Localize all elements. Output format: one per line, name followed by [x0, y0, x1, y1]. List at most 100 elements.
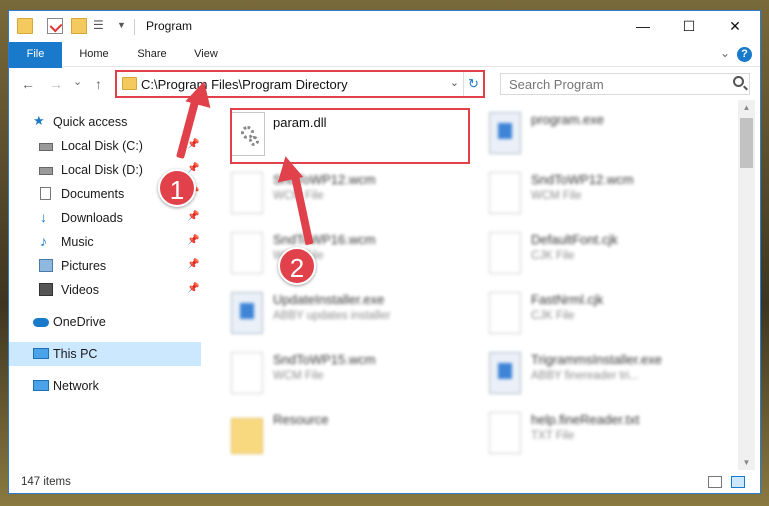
address-path[interactable]: C:\Program Files\Program Directory: [141, 77, 348, 92]
minimize-button[interactable]: —: [620, 11, 666, 42]
file-name: SndToWP12.wcm: [531, 172, 634, 187]
up-button[interactable]: ↑: [95, 76, 102, 92]
address-dropdown-icon[interactable]: ⌄: [450, 76, 459, 89]
quick-access-menu-icon[interactable]: ☰: [93, 18, 109, 34]
file-item[interactable]: SndToWP12.wcm WCM File: [481, 168, 731, 226]
folder-icon: [122, 77, 137, 90]
file-item[interactable]: TrigrammsInstaller.exe ABBY finereader t…: [481, 348, 731, 406]
recent-locations-button[interactable]: ⌄: [73, 75, 82, 88]
exe-file-icon: [489, 112, 521, 154]
tab-home[interactable]: Home: [69, 42, 119, 67]
drive-icon: [39, 143, 53, 151]
scroll-up-icon[interactable]: ▲: [738, 103, 755, 112]
sidebar-item-label: Documents: [61, 187, 125, 201]
file-item[interactable]: SndToWP16.wcm WCM File: [223, 228, 473, 286]
sidebar-item-quick-access[interactable]: ★ Quick access: [9, 110, 201, 134]
sidebar-item-label: Pictures: [61, 259, 107, 273]
file-type: WCM File: [273, 370, 324, 382]
sidebar-item-label: Local Disk (D:): [61, 163, 143, 177]
sidebar-item-downloads[interactable]: ↓ Downloads 📌: [9, 206, 201, 230]
navigation-pane: ★ Quick access Local Disk (C:) 📌 Local D…: [9, 108, 201, 468]
search-input[interactable]: [500, 73, 750, 95]
file-icon: [489, 172, 521, 214]
tab-share[interactable]: Share: [127, 42, 177, 67]
scroll-down-icon[interactable]: ▼: [738, 458, 755, 467]
music-icon: ♪: [40, 233, 47, 249]
file-type: TXT File: [531, 430, 575, 442]
help-icon[interactable]: ?: [737, 47, 752, 62]
sidebar-item-network[interactable]: Network: [9, 374, 201, 398]
sidebar-item-onedrive[interactable]: OneDrive: [9, 310, 201, 334]
sidebar-item-videos[interactable]: Videos 📌: [9, 278, 201, 302]
properties-icon[interactable]: [47, 18, 63, 34]
step-badge-2: 2: [278, 247, 316, 285]
file-name: SndToWP15.wcm: [273, 352, 376, 367]
file-name: SndToWP16.wcm: [273, 232, 376, 247]
file-type: CJK File: [531, 310, 575, 322]
file-icon: [489, 292, 521, 334]
file-icon: [231, 172, 263, 214]
drive-icon: [39, 167, 53, 175]
file-item[interactable]: DefaultFont.cjk CJK File: [481, 228, 731, 286]
title-bar: ☰ ▼ Program — ☐ ✕: [9, 11, 760, 42]
scroll-thumb[interactable]: [740, 118, 753, 168]
file-item[interactable]: UpdateInstaller.exe ABBY updates install…: [223, 288, 473, 346]
search-icon[interactable]: [733, 76, 744, 87]
sidebar-item-this-pc[interactable]: This PC: [9, 342, 201, 366]
file-icon: [231, 232, 263, 274]
sidebar-item-local-disk-c[interactable]: Local Disk (C:) 📌: [9, 134, 201, 158]
close-button[interactable]: ✕: [712, 11, 758, 42]
pictures-icon: [39, 259, 53, 272]
refresh-icon[interactable]: ↻: [463, 72, 483, 96]
file-item[interactable]: SndToWP15.wcm WCM File: [223, 348, 473, 406]
sidebar-item-label: This PC: [53, 347, 98, 361]
pin-icon: 📌: [187, 211, 200, 222]
sidebar-item-label: Network: [53, 379, 99, 393]
sidebar-item-label: Music: [61, 235, 94, 249]
pin-icon: 📌: [187, 283, 200, 294]
download-icon: ↓: [40, 209, 47, 225]
file-type: CJK File: [531, 250, 575, 262]
file-type: ABBY finereader tri...: [531, 370, 639, 382]
network-icon: [33, 380, 49, 391]
forward-button[interactable]: →: [49, 76, 63, 92]
file-item[interactable]: FastNrml.cjk CJK File: [481, 288, 731, 346]
exe-file-icon: [231, 292, 263, 334]
item-count: 147 items: [21, 476, 71, 488]
maximize-button[interactable]: ☐: [666, 11, 712, 42]
file-item[interactable]: Resource: [223, 408, 473, 464]
new-folder-icon[interactable]: [71, 18, 87, 34]
large-icons-view-icon[interactable]: [731, 476, 745, 488]
file-name: DefaultFont.cjk: [531, 232, 618, 247]
file-name: TrigrammsInstaller.exe: [531, 352, 662, 367]
videos-icon: [39, 283, 53, 296]
folder-icon: [17, 18, 33, 34]
expand-ribbon-icon[interactable]: ⌄: [720, 46, 730, 60]
file-name: help.fineReader.txt: [531, 412, 640, 427]
details-view-icon[interactable]: [708, 476, 722, 488]
highlight-box: [230, 108, 470, 164]
customize-chevron-icon[interactable]: ▼: [117, 20, 133, 36]
star-icon: ★: [33, 113, 45, 128]
tab-view[interactable]: View: [183, 42, 229, 67]
file-type: ABBY updates installer: [273, 310, 391, 322]
sidebar-item-label: Downloads: [61, 211, 123, 225]
file-type: WCM File: [531, 190, 582, 202]
status-bar: 147 items: [9, 471, 760, 493]
sidebar-item-music[interactable]: ♪ Music 📌: [9, 230, 201, 254]
sidebar-item-pictures[interactable]: Pictures 📌: [9, 254, 201, 278]
pin-icon: 📌: [187, 139, 200, 150]
address-bar[interactable]: C:\Program Files\Program Directory ⌄ ↻: [115, 70, 485, 98]
file-item[interactable]: SndToWP12.wcm WCM File: [223, 168, 473, 226]
pc-icon: [33, 348, 49, 359]
sidebar-item-label: Local Disk (C:): [61, 139, 143, 153]
documents-icon: [40, 187, 51, 200]
vertical-scrollbar[interactable]: ▲ ▼: [738, 100, 755, 470]
file-item[interactable]: program.exe: [481, 108, 731, 166]
back-button[interactable]: ←: [21, 76, 35, 92]
file-item[interactable]: help.fineReader.txt TXT File: [481, 408, 731, 464]
folder-icon: [231, 418, 263, 454]
ribbon-tabs: File Home Share View ⌄ ?: [9, 42, 760, 100]
sidebar-item-label: OneDrive: [53, 315, 106, 329]
file-icon: [489, 412, 521, 454]
